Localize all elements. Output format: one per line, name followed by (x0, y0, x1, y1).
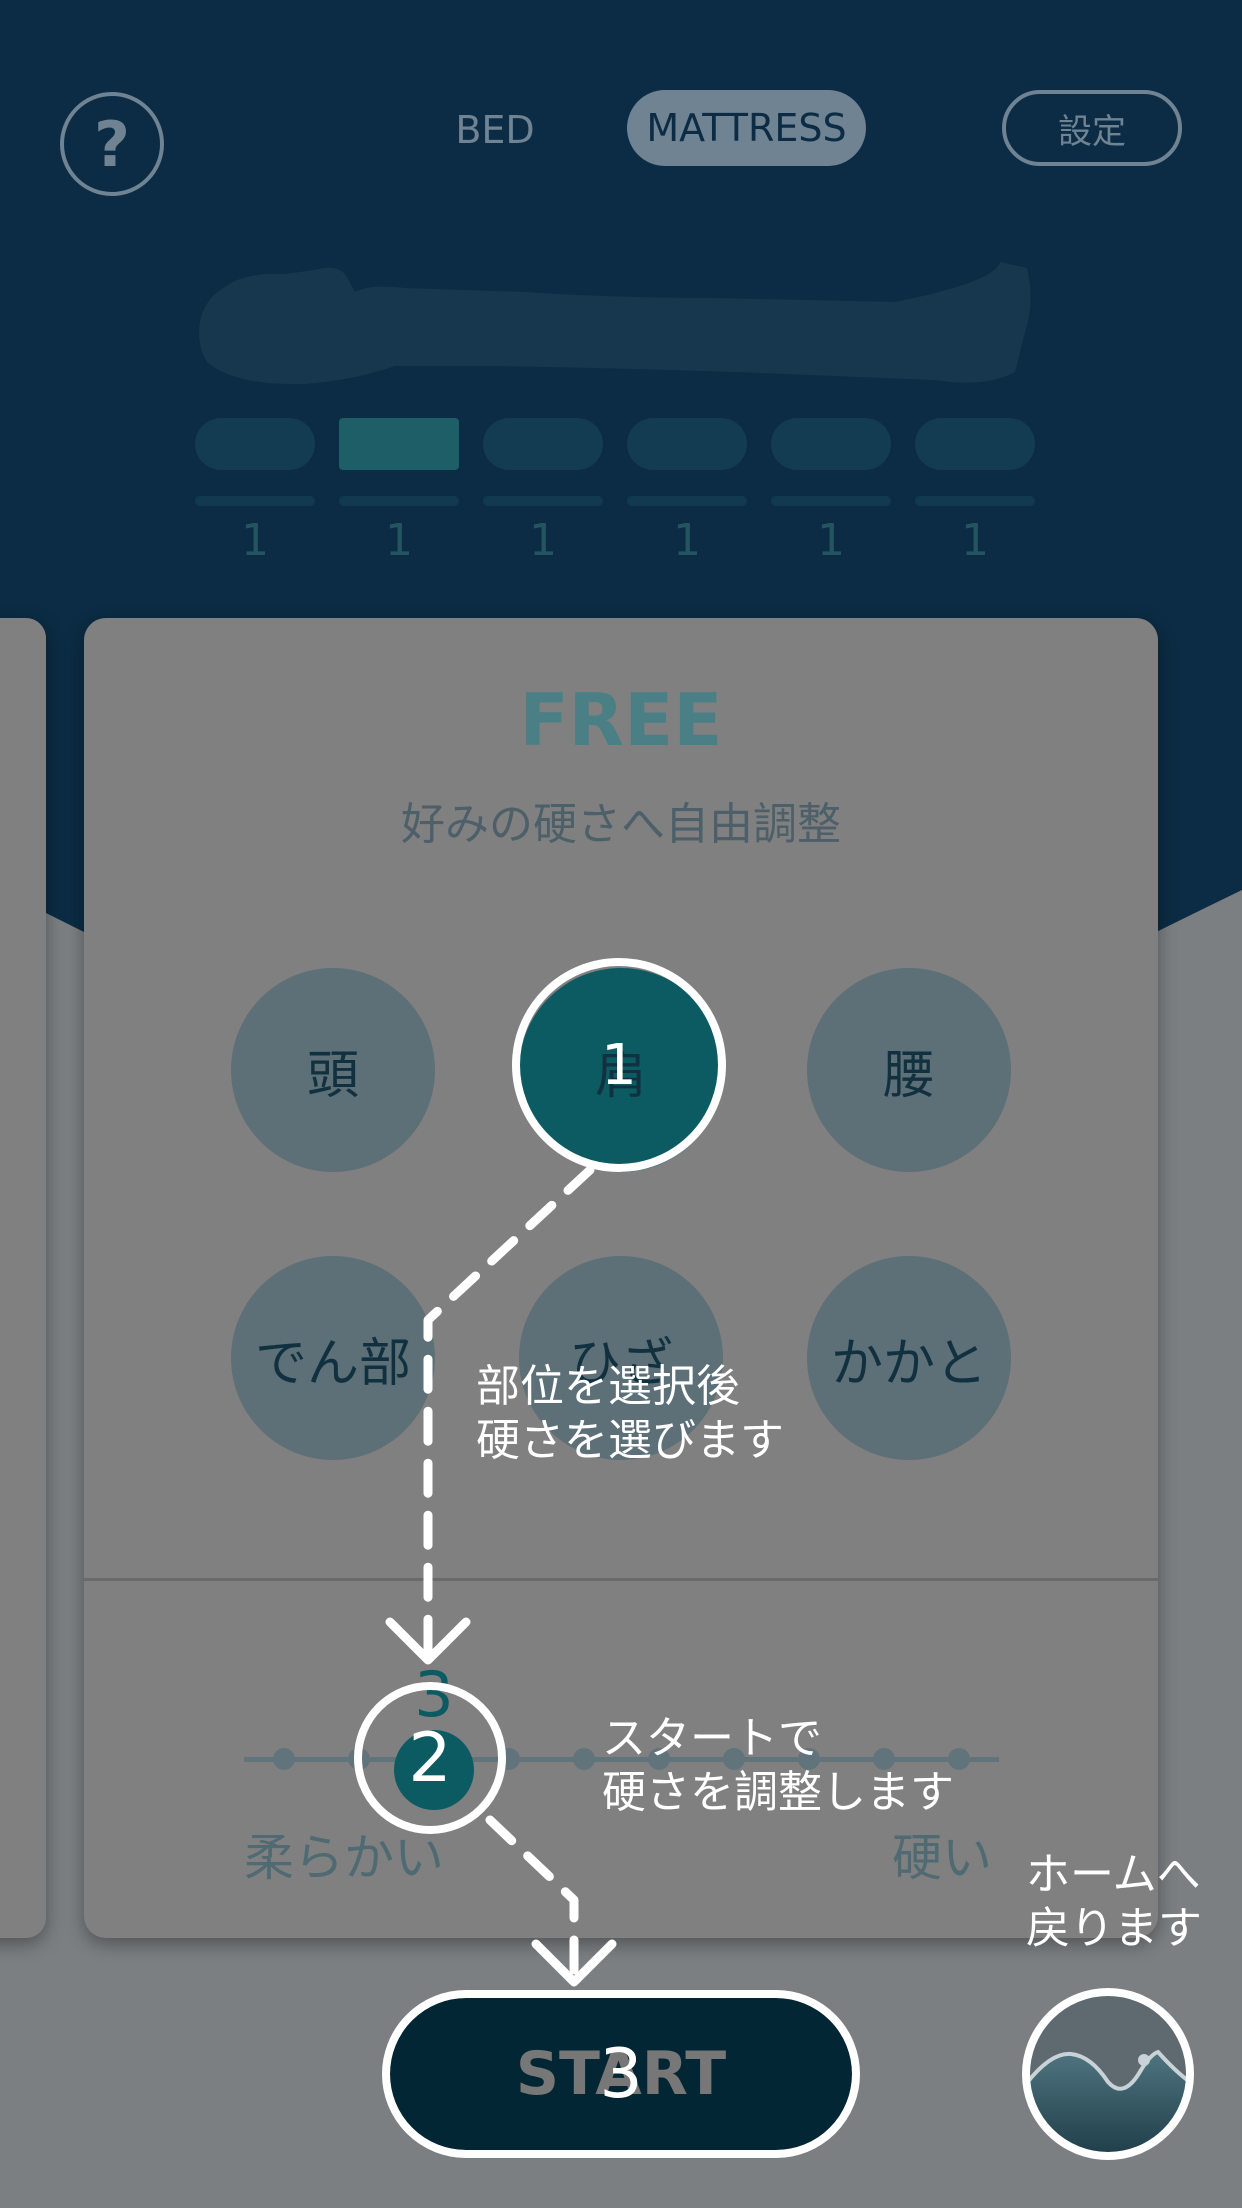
segment-bar (195, 496, 315, 506)
segment-value: 1 (673, 515, 701, 566)
step1-number: 1 (601, 1032, 637, 1098)
segment-hip[interactable] (627, 418, 747, 470)
step2-number: 2 (408, 1718, 452, 1798)
segment-shoulder[interactable] (339, 418, 459, 470)
segment-knee[interactable] (771, 418, 891, 470)
segment-bar (483, 496, 603, 506)
tutorial-home-marker (1022, 1988, 1194, 2160)
mode-subtitle: 好みの硬さへ自由調整 (401, 799, 841, 850)
segment-value: 1 (817, 515, 845, 566)
previous-mode-card[interactable] (0, 618, 46, 1938)
part-head-button[interactable]: 頭 (231, 968, 435, 1172)
tutorial-tip-select-part: 部位を選択後 硬さを選びます (476, 1361, 784, 1466)
segment-head[interactable] (195, 418, 315, 470)
part-heel-button[interactable]: かかと (807, 1256, 1011, 1460)
segment-bar (627, 496, 747, 506)
tutorial-step3-marker: 3 (382, 1990, 860, 2158)
part-waist-button[interactable]: 腰 (807, 968, 1011, 1172)
segment-waist[interactable] (483, 418, 603, 470)
tutorial-tip-home: ホームへ 戻ります (1026, 1849, 1202, 1954)
segment-value: 1 (961, 515, 989, 566)
tutorial-step2-marker: 2 (354, 1682, 506, 1834)
segment-bar (915, 496, 1035, 506)
segment-bar (771, 496, 891, 506)
segment-bar (339, 496, 459, 506)
segment-heel[interactable] (915, 418, 1035, 470)
step3-number: 3 (599, 2034, 643, 2114)
mode-title: FREE (519, 678, 723, 762)
segment-value: 1 (529, 515, 557, 566)
slider-step-dot[interactable] (273, 1748, 295, 1770)
settings-button[interactable]: 設定 (1002, 90, 1182, 166)
slider-step-dot[interactable] (573, 1748, 595, 1770)
tab-bed[interactable]: BED (420, 98, 570, 162)
tutorial-step1-marker: 1 (512, 958, 726, 1172)
question-icon: ? (94, 107, 130, 181)
tab-mattress[interactable]: MATTRESS (627, 90, 866, 166)
body-silhouette-icon (199, 262, 1031, 385)
segment-value: 1 (385, 515, 413, 566)
hard-label: 硬い (892, 1829, 992, 1887)
help-button[interactable]: ? (60, 92, 164, 196)
part-hip-button[interactable]: でん部 (231, 1256, 435, 1460)
segment-value: 1 (241, 515, 269, 566)
tutorial-tip-start: スタートで 硬さを調整します (602, 1713, 954, 1818)
card-divider (84, 1578, 1158, 1581)
